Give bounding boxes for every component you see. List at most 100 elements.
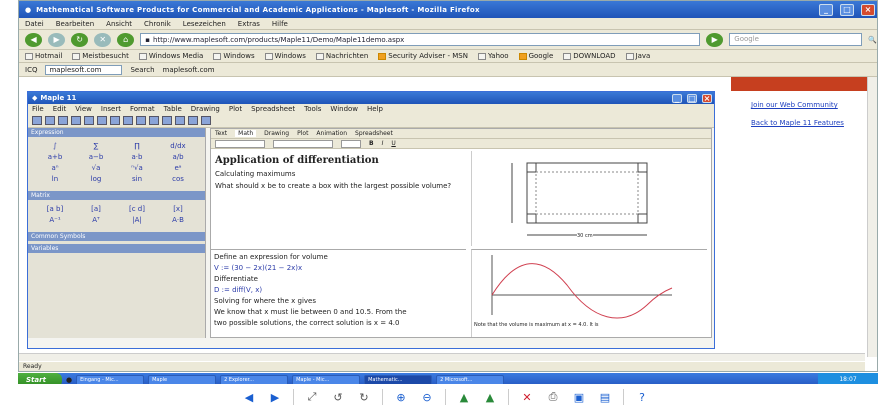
fit-window-icon[interactable]: ⤢: [304, 389, 320, 405]
forward-button[interactable]: ▶: [48, 32, 66, 47]
horizontal-scrollbar[interactable]: [19, 353, 865, 361]
palette-header[interactable]: Common Symbols: [28, 232, 205, 241]
reload-button[interactable]: ↻: [71, 32, 89, 47]
undo-icon[interactable]: [123, 116, 133, 125]
mode-math-tab[interactable]: Math: [235, 130, 257, 137]
palette-item[interactable]: [a b]: [36, 205, 74, 213]
palette-item[interactable]: a+b: [36, 153, 74, 161]
features-link[interactable]: Back to Maple 11 Features: [751, 119, 871, 127]
bookmark-item[interactable]: Windows: [213, 52, 255, 60]
search-input[interactable]: Google: [729, 33, 863, 46]
mode-spreadsheet-tab[interactable]: Spreadsheet: [355, 130, 393, 137]
print-icon[interactable]: ⎙: [545, 389, 561, 405]
page-scrollbar[interactable]: [867, 77, 877, 357]
bookmark-item[interactable]: Java: [625, 52, 650, 60]
back-button[interactable]: ◀: [25, 32, 43, 47]
maple-menu-spreadsheet[interactable]: Spreadsheet: [251, 105, 295, 113]
paste-icon[interactable]: [110, 116, 120, 125]
palette-item[interactable]: ∏: [118, 142, 156, 150]
bookmark-item[interactable]: Windows Media: [138, 52, 203, 60]
palette-item[interactable]: ln: [36, 175, 74, 183]
quicklaunch-icon[interactable]: ●: [66, 376, 72, 384]
icq-site-field[interactable]: maplesoft.com: [45, 64, 123, 75]
icq-search-button[interactable]: Search: [130, 66, 154, 74]
palette-item[interactable]: a−b: [77, 153, 115, 161]
math-mode-icon[interactable]: [162, 116, 172, 125]
maple-menu-help[interactable]: Help: [367, 105, 383, 113]
zoom-icon[interactable]: [188, 116, 198, 125]
minimize-button[interactable]: _: [819, 3, 833, 16]
icq-button[interactable]: ICQ: [25, 66, 37, 74]
save-icon[interactable]: [58, 116, 68, 125]
stop-button[interactable]: ✕: [94, 32, 112, 47]
menu-history[interactable]: Chronik: [144, 20, 171, 28]
mode-plot-tab[interactable]: Plot: [297, 130, 308, 137]
maple-menu-format[interactable]: Format: [130, 105, 155, 113]
zoom-out-icon[interactable]: ⊖: [419, 389, 435, 405]
palette-item[interactable]: cos: [159, 175, 197, 183]
palette-item[interactable]: ∫: [36, 142, 74, 150]
palette-item[interactable]: Aᵀ: [77, 216, 115, 224]
help-icon[interactable]: ?: [634, 389, 650, 405]
bookmark-item[interactable]: Nachrichten: [315, 52, 368, 60]
maple-menu-insert[interactable]: Insert: [101, 105, 121, 113]
underline-button[interactable]: U: [391, 140, 395, 147]
palette-item[interactable]: a/b: [159, 153, 197, 161]
palette-item[interactable]: d/dx: [159, 142, 197, 150]
rotate-right-icon[interactable]: ↻: [356, 389, 372, 405]
menu-view[interactable]: Ansicht: [106, 20, 132, 28]
fit-width-icon[interactable]: ▲: [482, 389, 498, 405]
bookmark-item[interactable]: Windows: [264, 52, 306, 60]
bold-button[interactable]: B: [369, 140, 374, 147]
palette-item[interactable]: ⁿ√a: [118, 164, 156, 172]
palette-item[interactable]: [x]: [159, 205, 197, 213]
maple-close-button[interactable]: ×: [702, 93, 712, 103]
palette-header[interactable]: Matrix: [28, 191, 205, 200]
bookmark-item[interactable]: Google: [518, 52, 553, 60]
maple-minimize-button[interactable]: _: [672, 93, 682, 103]
maple-menu-plot[interactable]: Plot: [229, 105, 242, 113]
menu-tools[interactable]: Extras: [238, 20, 260, 28]
zoom-in-icon[interactable]: ⊕: [393, 389, 409, 405]
previous-icon[interactable]: ◀: [241, 389, 257, 405]
print-icon[interactable]: [71, 116, 81, 125]
community-link[interactable]: Join our Web Community: [751, 101, 871, 109]
maple-menu-drawing[interactable]: Drawing: [191, 105, 220, 113]
mode-drawing-tab[interactable]: Drawing: [264, 130, 289, 137]
save-icon[interactable]: ▣: [571, 389, 587, 405]
font-dropdown[interactable]: [273, 139, 333, 148]
bookmark-item[interactable]: Meistbesucht: [72, 52, 129, 60]
palette-item[interactable]: eᵃ: [159, 164, 197, 172]
menu-help[interactable]: Hilfe: [272, 20, 288, 28]
toolbar-site-link[interactable]: maplesoft.com: [163, 66, 215, 74]
menu-bookmarks[interactable]: Lesezeichen: [183, 20, 226, 28]
execute-icon[interactable]: [175, 116, 185, 125]
palette-item[interactable]: [c d]: [118, 205, 156, 213]
open-icon[interactable]: [45, 116, 55, 125]
style-dropdown[interactable]: [215, 139, 265, 148]
palette-item[interactable]: sin: [118, 175, 156, 183]
rotate-left-icon[interactable]: ↺: [330, 389, 346, 405]
text-mode-icon[interactable]: [149, 116, 159, 125]
maple-menu-file[interactable]: File: [32, 105, 44, 113]
bookmark-item[interactable]: Hotmail: [25, 52, 62, 60]
copy-icon[interactable]: [97, 116, 107, 125]
maple-menu-edit[interactable]: Edit: [53, 105, 67, 113]
palette-item[interactable]: [a]: [77, 205, 115, 213]
mode-text-tab[interactable]: Text: [215, 130, 227, 137]
actual-size-icon[interactable]: ▲: [456, 389, 472, 405]
maple-menu-view[interactable]: View: [75, 105, 92, 113]
bookmark-item[interactable]: Security Adviser - MSN: [378, 52, 468, 60]
go-button[interactable]: ▶: [706, 32, 724, 47]
maple-menu-window[interactable]: Window: [330, 105, 358, 113]
palette-item[interactable]: A⁻¹: [36, 216, 74, 224]
maple-menu-table[interactable]: Table: [164, 105, 182, 113]
delete-icon[interactable]: ✕: [519, 389, 535, 405]
size-dropdown[interactable]: [341, 139, 361, 148]
italic-button[interactable]: I: [382, 140, 384, 147]
palette-item[interactable]: log: [77, 175, 115, 183]
text-cell[interactable]: Application of differentiation Calculati…: [211, 151, 466, 246]
palette-item[interactable]: A·B: [159, 216, 197, 224]
palette-item[interactable]: √a: [77, 164, 115, 172]
palette-header[interactable]: Variables: [28, 244, 205, 253]
